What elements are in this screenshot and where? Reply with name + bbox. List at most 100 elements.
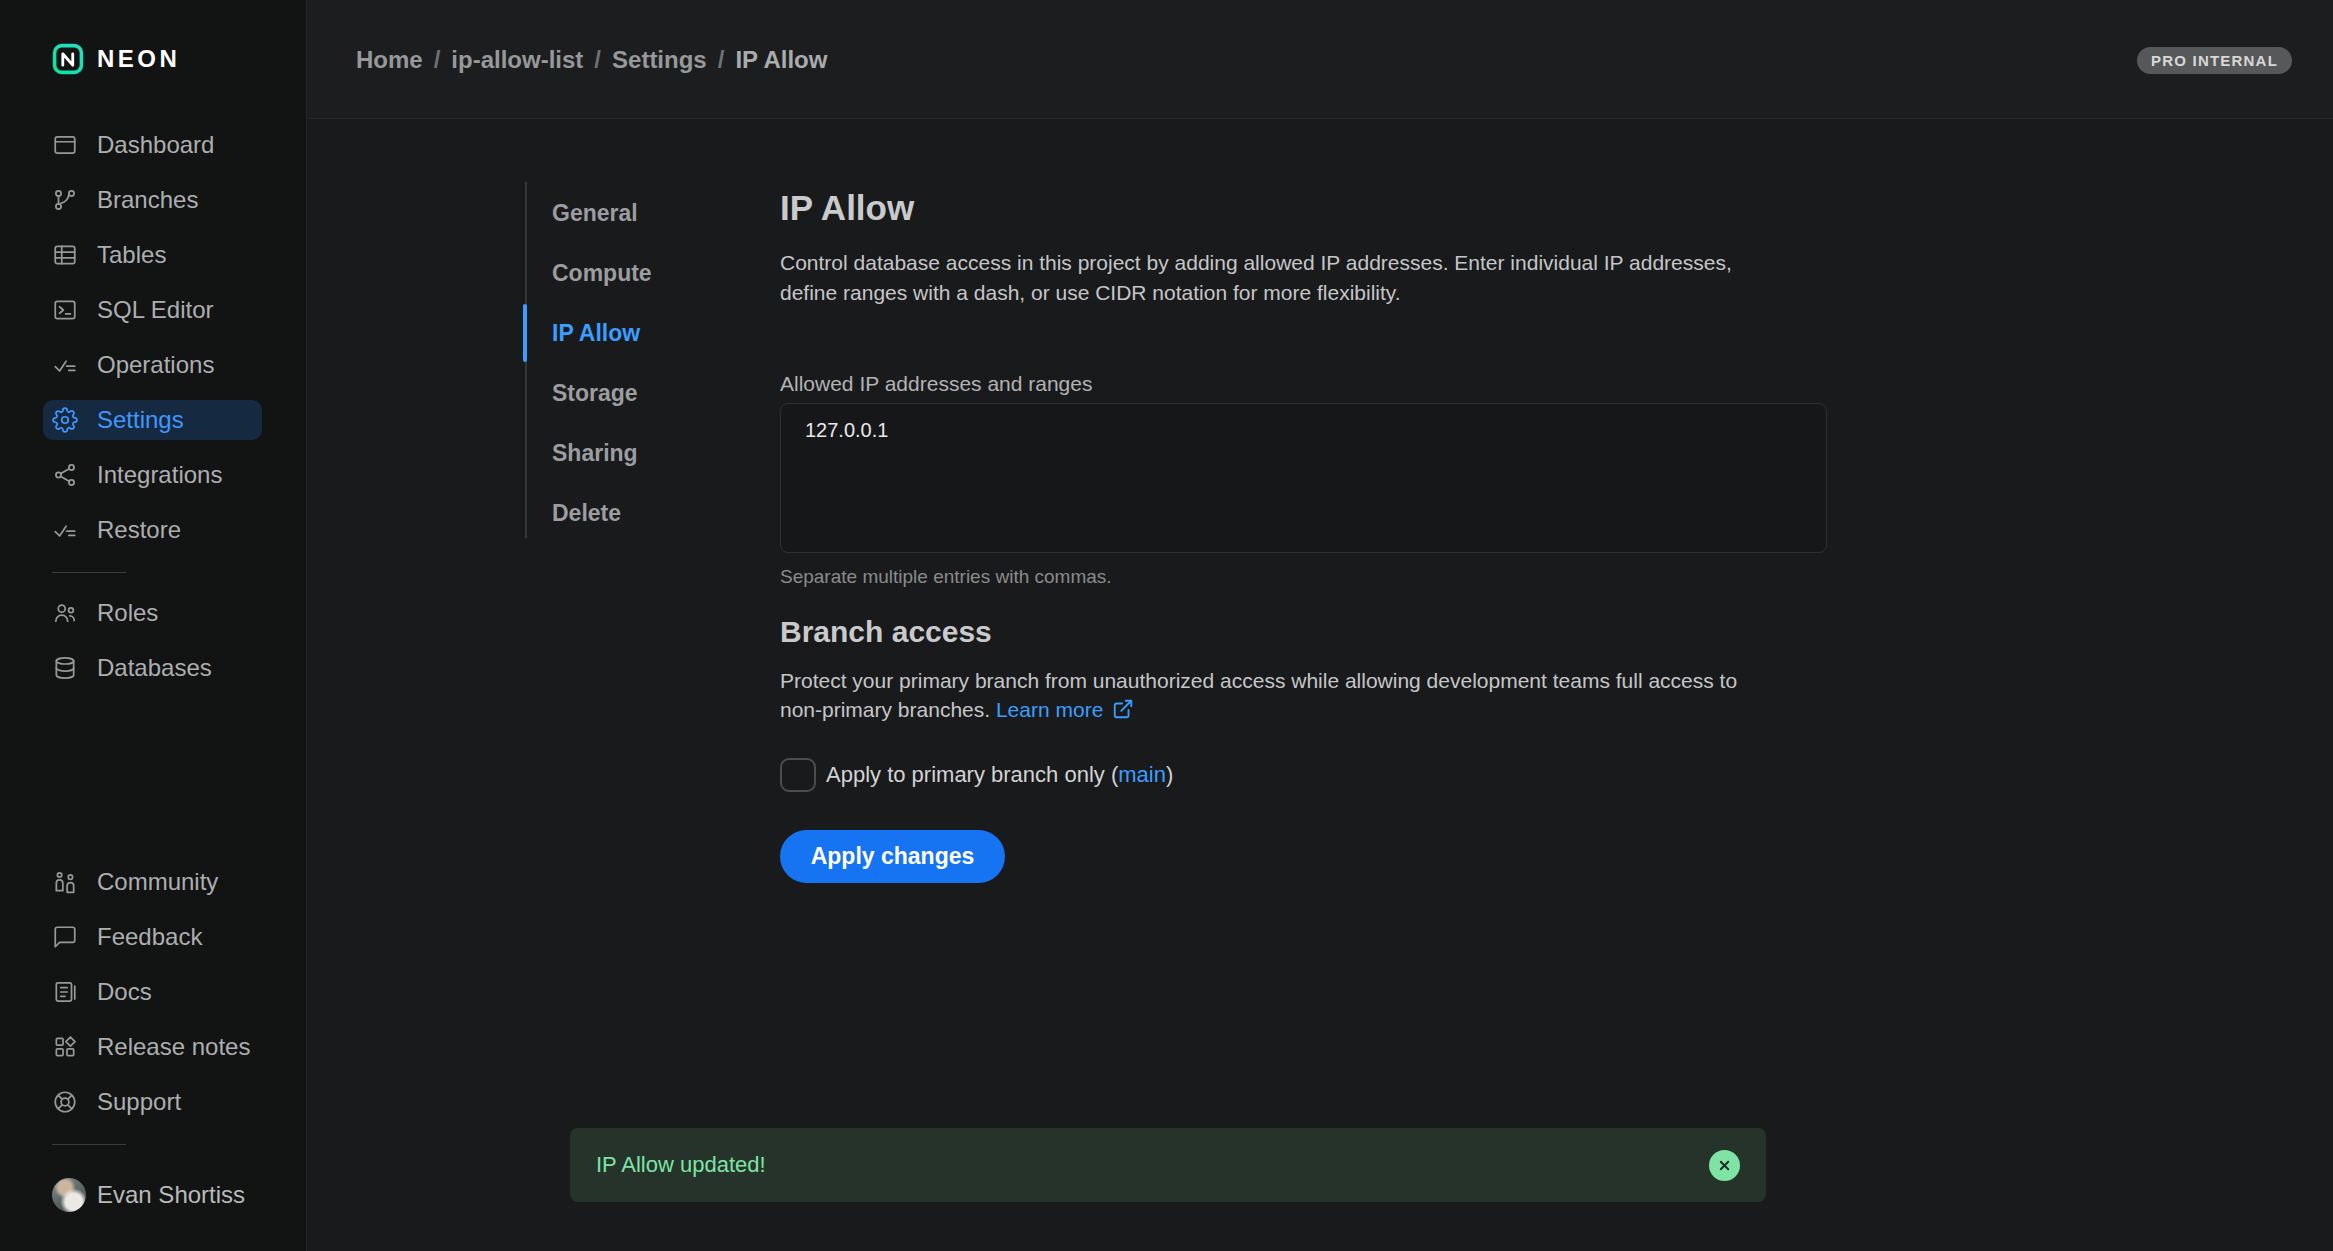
breadcrumb-settings[interactable]: Settings xyxy=(612,46,707,74)
description-line: Protect your primary branch from unautho… xyxy=(780,669,1737,692)
docs-icon xyxy=(52,979,78,1005)
sidebar-item-databases[interactable]: Databases xyxy=(43,648,262,688)
brand-logo[interactable]: NEON xyxy=(51,42,180,76)
restore-icon xyxy=(52,517,78,543)
sidebar-item-roles[interactable]: Roles xyxy=(43,593,262,633)
description-line: define ranges with a dash, or use CIDR n… xyxy=(780,281,1401,304)
avatar xyxy=(52,1178,86,1212)
operations-icon xyxy=(52,352,78,378)
sidebar-divider xyxy=(52,572,126,573)
branch-access-description: Protect your primary branch from unautho… xyxy=(780,666,1827,727)
user-name: Evan Shortiss xyxy=(97,1181,245,1209)
sidebar-item-label: Tables xyxy=(97,241,166,269)
toast-message: IP Allow updated! xyxy=(596,1152,766,1178)
breadcrumb-home[interactable]: Home xyxy=(356,46,423,74)
ip-field-label: Allowed IP addresses and ranges xyxy=(780,371,1827,397)
ip-allow-panel: IP Allow Control database access in this… xyxy=(780,187,1827,883)
sidebar-item-label: Integrations xyxy=(97,461,222,489)
subnav-item-delete[interactable]: Delete xyxy=(552,493,652,533)
learn-more-link[interactable]: Learn more xyxy=(996,698,1103,721)
support-lifebuoy-icon xyxy=(52,1089,78,1115)
sidebar-item-settings[interactable]: Settings xyxy=(43,400,262,440)
branch-access-heading: Branch access xyxy=(780,612,1827,652)
ip-addresses-textarea[interactable]: 127.0.0.1 xyxy=(780,403,1827,553)
subnav-item-ip-allow[interactable]: IP Allow xyxy=(552,313,652,353)
sidebar-item-support[interactable]: Support xyxy=(43,1082,262,1122)
sidebar-item-dashboard[interactable]: Dashboard xyxy=(43,125,262,165)
checkbox-label-text: Apply to primary branch only ( xyxy=(826,762,1118,787)
sidebar-item-label: Release notes xyxy=(97,1033,250,1061)
sidebar-item-release-notes[interactable]: Release notes xyxy=(43,1027,262,1067)
sidebar-item-community[interactable]: Community xyxy=(43,862,262,902)
page-title: IP Allow xyxy=(780,187,1827,229)
breadcrumb-separator: / xyxy=(594,46,601,74)
apply-changes-button[interactable]: Apply changes xyxy=(780,830,1005,883)
external-link-icon xyxy=(1112,698,1134,727)
sidebar-nav-secondary: Roles Databases xyxy=(0,593,306,688)
sidebar: NEON Dashboard Branches Tables SQL Edito… xyxy=(0,0,307,1251)
neon-logo-icon xyxy=(51,42,85,76)
checkbox-label: Apply to primary branch only (main) xyxy=(826,762,1173,788)
ip-field-helper: Separate multiple entries with commas. xyxy=(780,565,1827,589)
settings-gear-icon xyxy=(52,407,78,433)
branches-icon xyxy=(52,187,78,213)
content: General Compute IP Allow Storage Sharing… xyxy=(308,120,2333,1251)
primary-branch-row: Apply to primary branch only (main) xyxy=(780,758,1827,792)
breadcrumb-project[interactable]: ip-allow-list xyxy=(451,46,583,74)
description-line: non-primary branches. xyxy=(780,698,990,721)
sidebar-item-branches[interactable]: Branches xyxy=(43,180,262,220)
checkbox-label-text: ) xyxy=(1166,762,1173,787)
sidebar-item-operations[interactable]: Operations xyxy=(43,345,262,385)
breadcrumb-separator: / xyxy=(434,46,441,74)
sql-editor-icon xyxy=(52,297,78,323)
integrations-icon xyxy=(52,462,78,488)
sidebar-item-label: Community xyxy=(97,868,218,896)
sidebar-item-label: Branches xyxy=(97,186,198,214)
ip-addresses-value: 127.0.0.1 xyxy=(805,419,888,441)
sidebar-item-label: Operations xyxy=(97,351,214,379)
sidebar-item-label: Docs xyxy=(97,978,152,1006)
settings-subnav: General Compute IP Allow Storage Sharing… xyxy=(552,193,652,533)
main-branch-link[interactable]: main xyxy=(1118,762,1166,787)
sidebar-item-sql-editor[interactable]: SQL Editor xyxy=(43,290,262,330)
subnav-item-general[interactable]: General xyxy=(552,193,652,233)
page-description: Control database access in this project … xyxy=(780,248,1827,308)
roles-users-icon xyxy=(52,600,78,626)
description-line: Control database access in this project … xyxy=(780,251,1732,274)
sidebar-item-feedback[interactable]: Feedback xyxy=(43,917,262,957)
sidebar-divider xyxy=(52,1144,126,1145)
community-icon xyxy=(52,869,78,895)
plan-badge: PRO INTERNAL xyxy=(2137,47,2292,74)
subnav-item-sharing[interactable]: Sharing xyxy=(552,433,652,473)
brand-name: NEON xyxy=(97,45,180,73)
breadcrumb-current: IP Allow xyxy=(735,46,827,74)
primary-branch-checkbox[interactable] xyxy=(780,758,816,792)
sidebar-nav-primary: Dashboard Branches Tables SQL Editor Ope… xyxy=(0,125,306,550)
user-menu[interactable]: Evan Shortiss xyxy=(52,1178,245,1212)
sidebar-item-label: Feedback xyxy=(97,923,202,951)
feedback-bubble-icon xyxy=(52,924,78,950)
header: Home / ip-allow-list / Settings / IP All… xyxy=(308,0,2333,119)
toast-notification: IP Allow updated! xyxy=(570,1128,1766,1202)
sidebar-item-tables[interactable]: Tables xyxy=(43,235,262,275)
main-area: Home / ip-allow-list / Settings / IP All… xyxy=(308,0,2333,1251)
subnav-item-storage[interactable]: Storage xyxy=(552,373,652,413)
subnav-item-compute[interactable]: Compute xyxy=(552,253,652,293)
close-icon xyxy=(1717,1158,1732,1173)
sidebar-item-label: Databases xyxy=(97,654,212,682)
sidebar-item-label: Dashboard xyxy=(97,131,214,159)
database-icon xyxy=(52,655,78,681)
toast-close-button[interactable] xyxy=(1709,1150,1740,1181)
dashboard-icon xyxy=(52,132,78,158)
sidebar-item-restore[interactable]: Restore xyxy=(43,510,262,550)
sidebar-item-docs[interactable]: Docs xyxy=(43,972,262,1012)
breadcrumb: Home / ip-allow-list / Settings / IP All… xyxy=(356,0,827,119)
tables-icon xyxy=(52,242,78,268)
sidebar-item-label: Support xyxy=(97,1088,181,1116)
breadcrumb-separator: / xyxy=(718,46,725,74)
sidebar-item-label: Roles xyxy=(97,599,158,627)
sidebar-item-label: SQL Editor xyxy=(97,296,214,324)
sidebar-item-integrations[interactable]: Integrations xyxy=(43,455,262,495)
sidebar-nav-footer: Community Feedback Docs Release notes Su… xyxy=(0,862,306,1122)
app: NEON Dashboard Branches Tables SQL Edito… xyxy=(0,0,2333,1251)
